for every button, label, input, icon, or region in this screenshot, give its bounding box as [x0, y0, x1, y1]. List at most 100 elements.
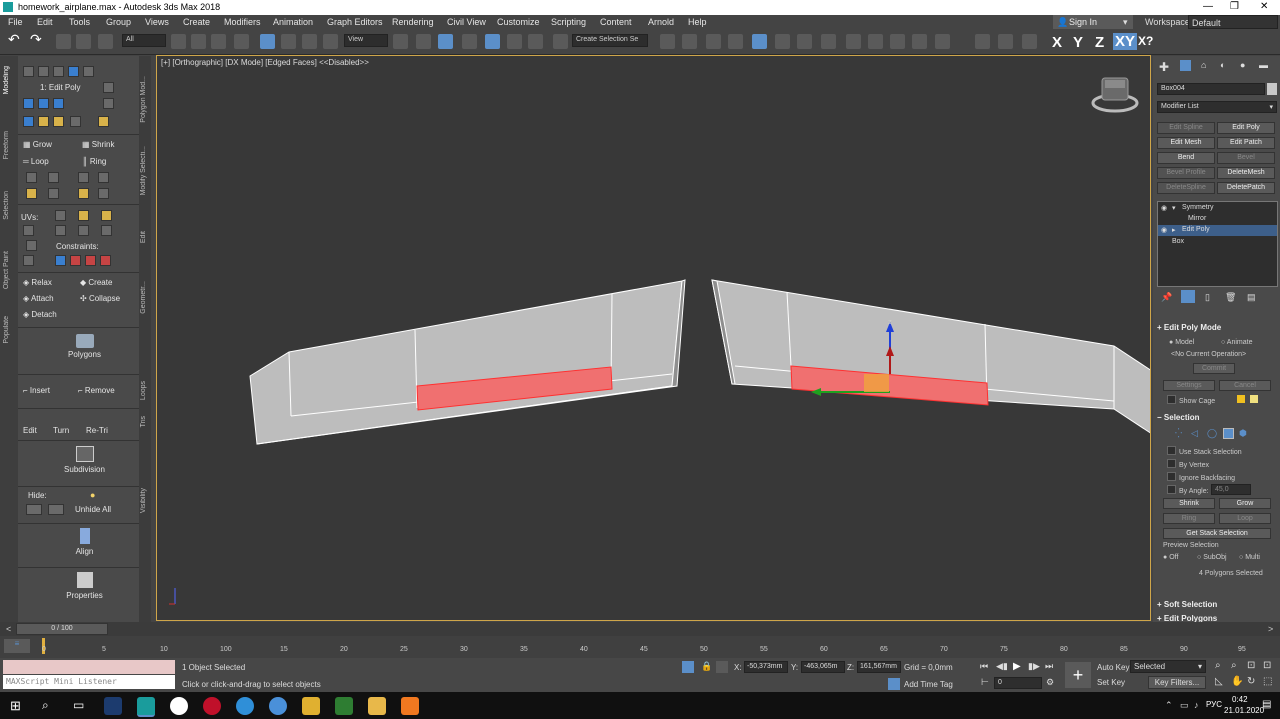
make-unique-icon[interactable]: ▯ — [1205, 292, 1210, 303]
panel-label-polygon-modeling[interactable]: Polygon Mod... — [140, 76, 147, 123]
align-button[interactable]: Align — [18, 523, 151, 568]
object-name-input[interactable]: Box004 — [1157, 83, 1265, 95]
photoshop-taskbar-icon[interactable] — [104, 697, 122, 715]
select-dot-ring-icon[interactable] — [98, 172, 109, 183]
subdivision-button[interactable]: Subdivision — [18, 440, 151, 485]
select-object-icon[interactable] — [171, 34, 186, 49]
menu-edit[interactable]: Edit — [37, 17, 53, 27]
insert-button[interactable]: ⌐ Insert — [23, 386, 50, 395]
mirror-icon[interactable] — [660, 34, 675, 49]
selection-lock-icon[interactable] — [1022, 34, 1037, 49]
panel-label-geometry[interactable]: Geometr... — [140, 281, 147, 314]
select-by-step-icon[interactable] — [26, 172, 37, 183]
edit-tri-button[interactable]: Edit — [23, 426, 37, 435]
time-config-icon[interactable]: ⚙ — [1046, 677, 1054, 688]
uv-flatten-icon[interactable] — [55, 225, 66, 236]
eye-icon[interactable]: ◉ — [1161, 204, 1167, 212]
pivot-center-icon[interactable] — [393, 34, 408, 49]
polygon-mode-icon[interactable] — [68, 66, 79, 77]
show-cage-checkbox[interactable]: Show Cage — [1167, 395, 1215, 405]
time-tag-icon[interactable] — [888, 678, 900, 690]
animate-radio[interactable]: ○ Animate — [1221, 339, 1252, 346]
key-mode-dropdown[interactable]: Selected ▾ — [1130, 660, 1206, 673]
orbit-icon[interactable]: ↻ — [1247, 676, 1255, 687]
uv-rotate-icon[interactable] — [55, 210, 66, 221]
toggle-scene-explorer-icon[interactable] — [706, 34, 721, 49]
yandex-browser-taskbar-icon[interactable] — [170, 697, 188, 715]
snap-grid-icon[interactable] — [975, 34, 990, 49]
modifier-deletespline-button[interactable]: DeleteSpline — [1157, 182, 1215, 194]
render-iterative-icon[interactable] — [912, 34, 927, 49]
current-frame-field[interactable]: 0 — [994, 677, 1042, 689]
use-displacement-icon[interactable] — [98, 116, 109, 127]
constraint-none-icon[interactable] — [55, 255, 66, 266]
undo-icon[interactable]: ↶ — [8, 31, 23, 47]
maxscript-listener-top[interactable] — [3, 660, 175, 674]
select-rotate-icon[interactable] — [281, 34, 296, 49]
hide-selected-icon[interactable] — [26, 504, 42, 515]
select-place-icon[interactable] — [323, 34, 338, 49]
maxscript-listener-input[interactable]: MAXScript Mini Listener — [3, 675, 175, 689]
cage-color-swatch[interactable] — [1237, 395, 1245, 403]
minimize-icon[interactable]: — — [1203, 1, 1213, 12]
pycharm-taskbar-icon[interactable] — [335, 697, 353, 715]
stack-dropdown-icon[interactable] — [103, 82, 114, 93]
bind-spacewarp-icon[interactable] — [98, 34, 113, 49]
time-next-icon[interactable]: > — [1268, 624, 1273, 634]
windows-start-icon[interactable]: ⊞ — [10, 698, 21, 714]
get-stack-selection-button[interactable]: Get Stack Selection — [1163, 528, 1271, 539]
shrink-selection-button[interactable]: Shrink — [1163, 498, 1215, 509]
properties-button[interactable]: Properties — [18, 567, 151, 612]
retri-button[interactable]: Re-Tri — [86, 426, 108, 435]
pin-stack-icon[interactable] — [38, 98, 49, 109]
keyboard-shortcut-override-icon[interactable] — [438, 34, 453, 49]
modifier-edit-poly-button[interactable]: Edit Poly — [1217, 122, 1275, 134]
y-coord-field[interactable]: -463,065m — [801, 661, 845, 673]
axis-z-button[interactable]: Z — [1095, 34, 1104, 51]
z-coord-field[interactable]: 161,567mm — [857, 661, 901, 673]
edit-named-selection-icon[interactable] — [553, 34, 568, 49]
set-key-big-button[interactable]: + — [1065, 662, 1091, 688]
menu-group[interactable]: Group — [106, 17, 131, 27]
menu-animation[interactable]: Animation — [273, 17, 313, 27]
remove-modifier-icon[interactable]: 🗑 — [1225, 292, 1236, 303]
network-icon[interactable]: ▭ — [1180, 700, 1189, 711]
add-time-tag-button[interactable]: Add Time Tag — [904, 680, 953, 689]
goto-start-icon[interactable]: ⏮ — [980, 661, 988, 672]
motion-tab-icon[interactable]: ◐ — [1220, 60, 1225, 70]
named-selection-dropdown[interactable]: Create Selection Se — [572, 34, 648, 47]
menu-content[interactable]: Content — [600, 17, 632, 27]
selection-filter-dropdown[interactable]: All — [122, 34, 166, 47]
redo-icon[interactable]: ↷ — [30, 31, 45, 47]
schematic-view-icon[interactable] — [797, 34, 812, 49]
relax-button[interactable]: ◈ Relax — [23, 278, 52, 287]
zoom-icon[interactable]: ⌕ — [1215, 660, 1221, 671]
cage-selected-color-swatch[interactable] — [1250, 395, 1258, 403]
subobject-vertex-icon[interactable]: ⁛ — [1175, 428, 1182, 439]
subobject-element-icon[interactable]: ⬢ — [1239, 428, 1247, 439]
constraint-face-icon[interactable] — [85, 255, 96, 266]
ring-selection-button[interactable]: Ring — [1163, 513, 1215, 524]
model-radio[interactable]: ● Model — [1169, 339, 1194, 346]
opera-taskbar-icon[interactable] — [203, 697, 221, 715]
modifier-bend-button[interactable]: Bend — [1157, 152, 1215, 164]
axis-x-button[interactable]: X — [1052, 34, 1062, 51]
unhide-all-button[interactable]: Unhide All — [75, 505, 111, 514]
commit-button[interactable]: Commit — [1193, 363, 1235, 374]
time-slider[interactable]: < 0 / 100 > — [0, 622, 1280, 636]
loop-button[interactable]: ═ Loop — [23, 157, 49, 166]
tray-chevron-icon[interactable]: ⌃ — [1165, 700, 1173, 711]
by-angle-checkbox[interactable]: By Angle: — [1167, 485, 1209, 495]
select-by-name-icon[interactable] — [191, 34, 206, 49]
modifier-deletemesh-button[interactable]: DeleteMesh — [1217, 167, 1275, 179]
preview-multi-radio[interactable]: ○ Multi — [1239, 554, 1260, 561]
unlink-icon[interactable] — [76, 34, 91, 49]
loop-selection-button[interactable]: Loop — [1219, 513, 1271, 524]
zoom-extents-icon[interactable]: ⊡ — [1247, 660, 1255, 671]
menu-arnold[interactable]: Arnold — [648, 17, 674, 27]
material-editor-icon[interactable] — [821, 34, 836, 49]
configure-sets-icon[interactable]: ▤ — [1247, 292, 1256, 303]
modifier-list-dropdown[interactable]: Modifier List ▾ — [1157, 101, 1277, 113]
axis-xy-button[interactable]: XY — [1113, 33, 1138, 50]
isolate-selection-icon[interactable] — [998, 34, 1013, 49]
